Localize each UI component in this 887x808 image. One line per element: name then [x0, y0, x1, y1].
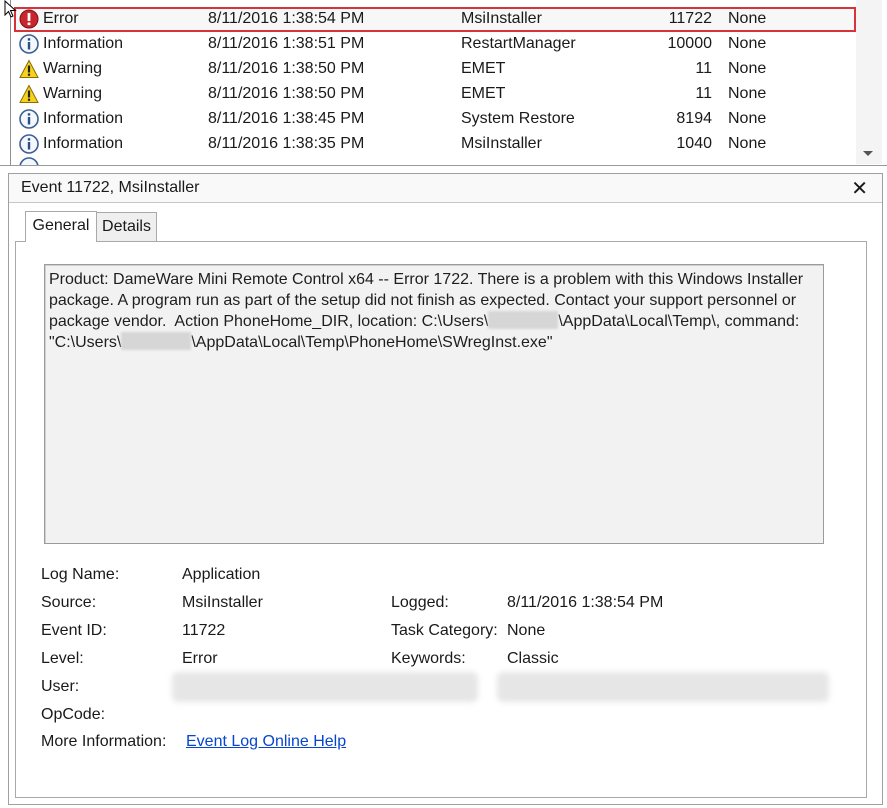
level-value: Error: [182, 650, 218, 667]
event-id: 11: [695, 60, 712, 77]
event-task: None: [728, 135, 767, 152]
event-level: Information: [43, 110, 124, 127]
tab-general-label: General: [32, 217, 90, 234]
event-source: MsiInstaller: [461, 135, 542, 152]
event-date: 8/11/2016 1:38:45 PM: [208, 110, 365, 127]
event-message: Product: DameWare Mini Remote Control x6…: [49, 269, 817, 353]
event-date: 8/11/2016 1:38:50 PM: [208, 60, 365, 77]
detail-header: Event 11722, MsiInstaller ✕: [9, 174, 882, 203]
more-info-label: More Information:: [41, 733, 167, 750]
event-source: System Restore: [461, 110, 575, 127]
event-date: 8/11/2016 1:38:54 PM: [208, 10, 365, 27]
warning-icon: [19, 84, 39, 103]
event-date: 8/11/2016 1:38:51 PM: [208, 35, 365, 52]
user-label: User:: [41, 678, 80, 695]
information-icon: [19, 34, 39, 54]
event-source: MsiInstaller: [461, 10, 542, 27]
event-task: None: [728, 110, 767, 127]
keywords-label: Keywords:: [391, 650, 466, 667]
event-task: None: [728, 10, 767, 27]
event-row[interactable]: Warning 8/11/2016 1:38:50 PM EMET 11 Non…: [14, 57, 856, 82]
event-id: 11722: [668, 10, 712, 27]
event-level: Warning: [43, 85, 102, 102]
message-part: \AppData\Local\Temp\PhoneHome\SWregInst.…: [191, 334, 553, 351]
close-icon[interactable]: ✕: [851, 176, 868, 201]
log-name-label: Log Name:: [41, 566, 120, 583]
event-id-label: Event ID:: [41, 622, 107, 639]
event-id: 1040: [676, 135, 712, 152]
event-id: 11: [695, 85, 712, 102]
information-icon: [19, 134, 39, 154]
event-id-value: 11722: [182, 622, 226, 639]
tab-details[interactable]: Details: [96, 212, 157, 241]
task-category-label: Task Category:: [391, 622, 498, 639]
logged-value: 8/11/2016 1:38:54 PM: [507, 594, 664, 611]
logged-label: Logged:: [391, 594, 449, 611]
tab-general[interactable]: General: [25, 211, 97, 242]
source-label: Source:: [41, 594, 97, 611]
event-id: 8194: [676, 110, 712, 127]
event-task: None: [728, 35, 767, 52]
event-date: 8/11/2016 1:38:35 PM: [208, 135, 365, 152]
event-level: Warning: [43, 60, 102, 77]
event-task: None: [728, 60, 767, 77]
information-icon: [19, 157, 39, 165]
event-row[interactable]: Information 8/11/2016 1:38:45 PM System …: [14, 107, 856, 132]
redacted-user-value: [172, 672, 478, 702]
event-level: Information: [43, 35, 124, 52]
scroll-down-arrow-icon[interactable]: [863, 151, 873, 156]
event-level: Error: [43, 10, 79, 27]
redacted-computer-value: [497, 672, 829, 702]
event-source: RestartManager: [461, 35, 576, 52]
list-scrollbar[interactable]: [856, 0, 882, 164]
level-label: Level:: [41, 650, 84, 667]
error-icon: [19, 9, 39, 29]
tab-details-label: Details: [102, 218, 151, 235]
event-row[interactable]: Error 8/11/2016 1:38:54 PM MsiInstaller …: [14, 7, 856, 32]
event-id: 10000: [667, 35, 713, 52]
event-source: EMET: [461, 60, 506, 77]
event-log-help-link[interactable]: Event Log Online Help: [186, 733, 346, 751]
task-category-value: None: [507, 622, 546, 639]
detail-title: Event 11722, MsiInstaller: [21, 179, 200, 196]
log-name-value: Application: [182, 566, 261, 583]
warning-icon: [19, 59, 39, 78]
event-level: Information: [43, 135, 124, 152]
event-message-box[interactable]: Product: DameWare Mini Remote Control x6…: [44, 264, 824, 544]
keywords-value: Classic: [507, 650, 559, 667]
event-row[interactable]: Information 8/11/2016 1:38:35 PM MsiInst…: [14, 132, 856, 157]
event-source: EMET: [461, 85, 506, 102]
information-icon: [19, 109, 39, 129]
event-list: Error 8/11/2016 1:38:54 PM MsiInstaller …: [0, 0, 887, 166]
redacted-username: [488, 311, 559, 329]
event-row[interactable]: Information 8/11/2016 1:38:51 PM Restart…: [14, 32, 856, 57]
mouse-cursor-icon: [4, 0, 17, 18]
event-task: None: [728, 85, 767, 102]
opcode-label: OpCode:: [41, 706, 106, 723]
redacted-username: [121, 332, 192, 350]
event-date: 8/11/2016 1:38:50 PM: [208, 85, 365, 102]
list-border: [10, 0, 11, 165]
event-row[interactable]: Warning 8/11/2016 1:38:50 PM EMET 11 Non…: [14, 82, 856, 107]
source-value: MsiInstaller: [182, 594, 263, 611]
